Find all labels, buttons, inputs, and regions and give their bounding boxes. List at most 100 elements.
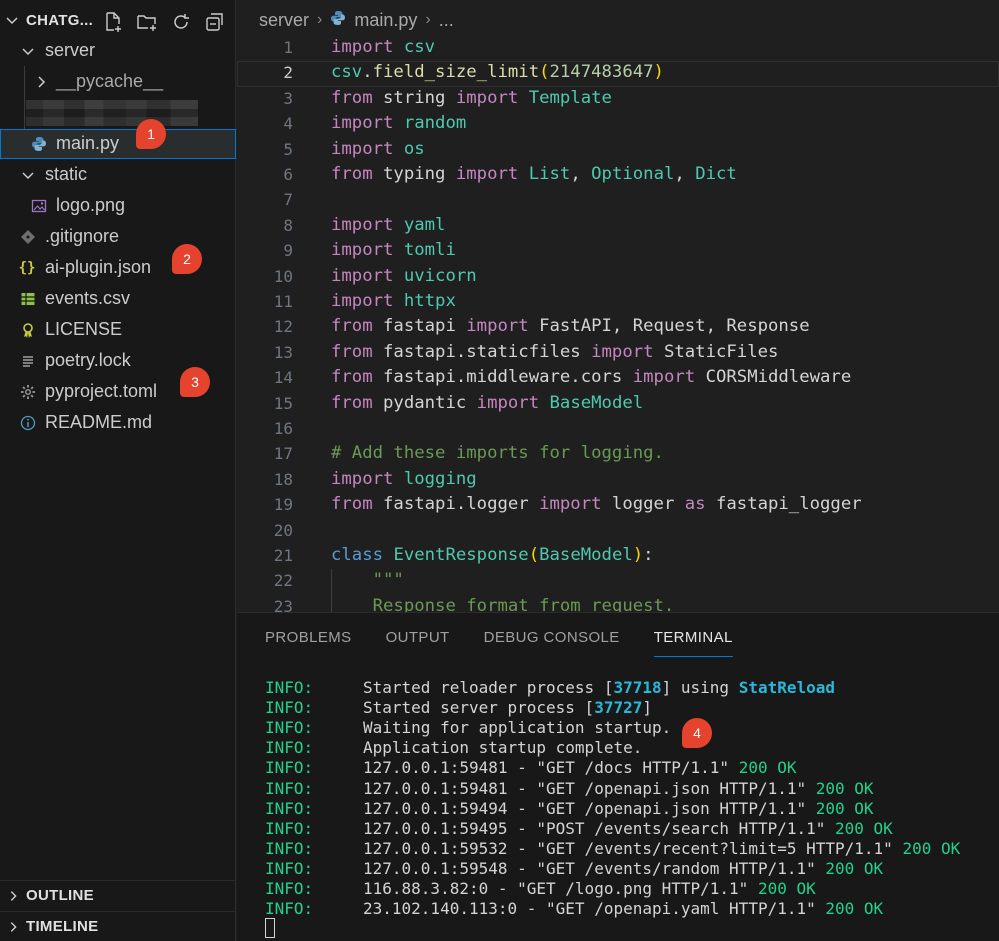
line-number: 6 (283, 165, 293, 184)
log-message: 127.0.0.1:59532 - "GET /events/recent?li… (363, 838, 961, 858)
code-line[interactable]: 7 (237, 188, 999, 213)
code-text[interactable]: import logging (331, 469, 477, 489)
line-number: 20 (273, 520, 293, 540)
line-number: 15 (273, 393, 293, 413)
breadcrumb-file[interactable]: main.py (354, 10, 417, 31)
log-level: INFO: (265, 838, 314, 858)
tree-folder-pycache[interactable]: __pycache__ (0, 67, 236, 97)
code-editor[interactable]: server › main.py › ... 1 import csv 2 csv.f… (237, 0, 999, 612)
terminal-line: INFO: 127.0.0.1:59495 - "POST /events/sea… (265, 819, 995, 839)
line-number: 8 (283, 215, 293, 235)
code-line[interactable]: 15 from pydantic import BaseModel (237, 392, 999, 417)
explorer-title: CHATG... (26, 12, 94, 29)
code-text[interactable]: # Add these imports for logging. (331, 443, 664, 463)
annotation-badge-4: 4 (682, 718, 712, 748)
tab-problems[interactable]: PROBLEMS (265, 629, 352, 657)
tab-output[interactable]: OUTPUT (386, 629, 450, 657)
line-number: 9 (283, 241, 293, 261)
new-folder-icon[interactable] (136, 11, 158, 33)
info-icon (20, 415, 36, 431)
code-line[interactable]: 11 import httpx (237, 290, 999, 315)
log-level: INFO: (265, 718, 314, 738)
chevron-down-icon[interactable] (4, 12, 20, 33)
code-text[interactable]: Response format from request. (331, 596, 675, 612)
outline-label: OUTLINE (26, 887, 94, 904)
code-text[interactable]: from fastapi import FastAPI, Request, Re… (331, 316, 810, 336)
tree-label: LICENSE (45, 319, 123, 339)
code-line[interactable]: 21 class EventResponse(BaseModel): (237, 544, 999, 569)
code-text[interactable]: import random (331, 113, 466, 133)
code-line[interactable]: 13 from fastapi.staticfiles import Static… (237, 341, 999, 366)
refresh-icon[interactable] (170, 11, 192, 33)
code-line[interactable]: 10 import uvicorn (237, 265, 999, 290)
breadcrumb-more[interactable]: ... (439, 10, 454, 31)
explorer-header[interactable]: CHATG... (0, 6, 236, 34)
code-line[interactable]: 16 (237, 417, 999, 442)
explorer-sidebar: CHATG... server __pycache__ main.py stat… (0, 0, 236, 941)
code-line[interactable]: 8 import yaml (237, 214, 999, 239)
chevron-down-icon (20, 167, 36, 183)
code-line[interactable]: 9 import tomli (237, 239, 999, 264)
code-line[interactable]: 22 """ (237, 569, 999, 594)
new-file-icon[interactable] (102, 11, 124, 33)
code-line[interactable]: 19 from fastapi.logger import logger as f… (237, 493, 999, 518)
code-line[interactable]: 20 (237, 519, 999, 544)
code-line[interactable]: 17 # Add these imports for logging. (237, 442, 999, 467)
code-line[interactable]: 23 Response format from request. (237, 595, 999, 612)
code-text[interactable]: """ (331, 570, 404, 590)
terminal-line: INFO: Application startup complete. (265, 738, 995, 758)
code-line[interactable]: 3 from string import Template (237, 87, 999, 112)
code-line[interactable]: 12 from fastapi import FastAPI, Request, … (237, 315, 999, 340)
code-line[interactable]: 4 import random (237, 112, 999, 137)
tree-file-events-csv[interactable]: events.csv (0, 284, 236, 314)
tree-folder-static[interactable]: static (0, 160, 236, 190)
code-text[interactable]: from fastapi.logger import logger as fas… (331, 494, 862, 514)
code-text[interactable]: from typing import List, Optional, Dict (331, 164, 737, 184)
code-text[interactable]: import httpx (331, 291, 456, 311)
log-message: 127.0.0.1:59548 - "GET /events/random HT… (363, 858, 884, 878)
tree-file-readme-md[interactable]: README.md (0, 408, 236, 438)
tab-terminal[interactable]: TERMINAL (653, 629, 733, 657)
code-line[interactable]: 18 import logging (237, 468, 999, 493)
tree-file-gitignore[interactable]: .gitignore (0, 222, 236, 252)
code-text[interactable]: import os (331, 139, 425, 159)
tree-file-logo-png[interactable]: logo.png (0, 191, 236, 221)
code-line[interactable]: 6 from typing import List, Optional, Dict (237, 163, 999, 188)
code-line[interactable]: 2 csv.field_size_limit(2147483647) (237, 61, 999, 87)
annotation-badge-3: 3 (180, 367, 210, 397)
code-text[interactable]: import uvicorn (331, 266, 477, 286)
redacted-file-entry (26, 100, 198, 126)
tree-file-main-py[interactable]: main.py (0, 129, 236, 159)
tree-file-license[interactable]: LICENSE (0, 315, 236, 345)
code-text[interactable]: from fastapi.staticfiles import StaticFi… (331, 342, 778, 362)
tree-folder-server[interactable]: server (0, 36, 236, 66)
code-text[interactable]: import tomli (331, 240, 456, 260)
code-text[interactable]: from string import Template (331, 88, 612, 108)
log-level: INFO: (265, 798, 314, 818)
log-message: 116.88.3.82:0 - "GET /logo.png HTTP/1.1"… (363, 879, 816, 898)
log-level: INFO: (265, 899, 314, 919)
line-number: 3 (283, 88, 293, 108)
collapse-all-icon[interactable] (204, 11, 226, 33)
code-text[interactable]: class EventResponse(BaseModel): (331, 545, 654, 565)
line-number: 2 (283, 63, 293, 83)
log-level: INFO: (265, 858, 314, 878)
code-line[interactable]: 14 from fastapi.middleware.cors import CO… (237, 366, 999, 391)
code-line[interactable]: 1 import csv (237, 36, 999, 61)
code-text[interactable]: csv.field_size_limit(2147483647) (331, 62, 664, 82)
log-message: Started server process [37727] (363, 698, 652, 718)
code-text[interactable]: import csv (331, 37, 435, 57)
code-text[interactable]: import yaml (331, 215, 445, 235)
line-number: 5 (283, 139, 293, 159)
log-level: INFO: (265, 678, 314, 697)
log-level: INFO: (265, 758, 314, 778)
chevron-right-icon: › (425, 11, 431, 28)
code-text[interactable]: from pydantic import BaseModel (331, 393, 643, 413)
tab-debug-console[interactable]: DEBUG CONSOLE (484, 629, 620, 657)
outline-section[interactable]: OUTLINE (0, 880, 236, 910)
code-line[interactable]: 5 import os (237, 138, 999, 163)
timeline-section[interactable]: TIMELINE (0, 911, 236, 941)
code-text[interactable]: from fastapi.middleware.cors import CORS… (331, 367, 851, 387)
breadcrumb-folder[interactable]: server (259, 10, 309, 31)
tree-label: .gitignore (45, 226, 120, 246)
